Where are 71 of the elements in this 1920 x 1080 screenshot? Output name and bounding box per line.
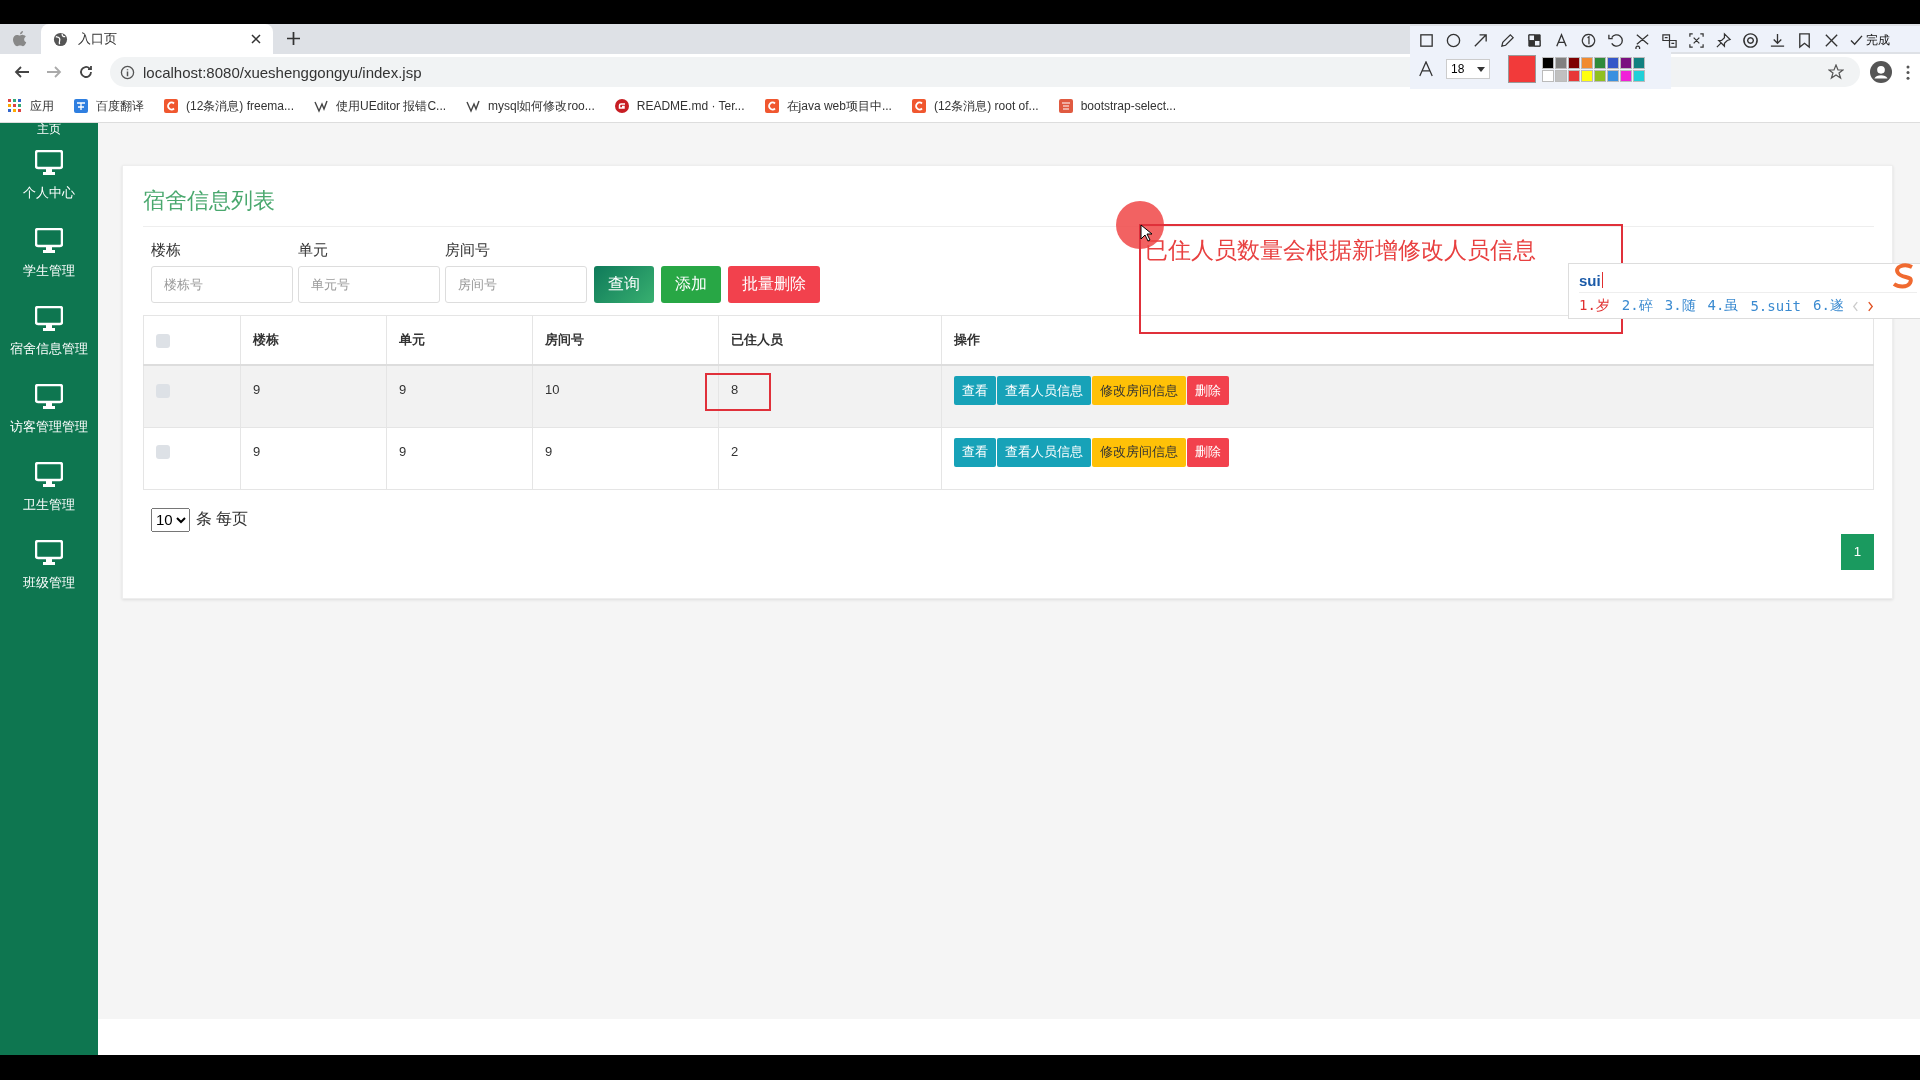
browser-tab[interactable]: 入口页	[41, 24, 273, 54]
bookmark-label: bootstrap-select...	[1080, 99, 1176, 113]
row-action-button[interactable]: 修改房间信息	[1092, 376, 1186, 405]
table-cell: 10	[545, 382, 560, 397]
url-text: localhost:8080/xueshenggongyu/index.jsp	[143, 63, 422, 81]
ime-candidate[interactable]: 3.随	[1664, 297, 1696, 315]
bookmark[interactable]: 应用	[8, 97, 54, 115]
table-cell: 9	[545, 443, 553, 459]
column-header: 单元	[399, 332, 425, 347]
done-button[interactable]: 完成	[1850, 32, 1890, 49]
bookmark[interactable]: (12条消息) freema...	[164, 97, 295, 115]
ime-candidate[interactable]: 2.碎	[1621, 297, 1653, 315]
tab-title: 入口页	[78, 30, 118, 48]
annotation-text: 已住人员数量会根据新增修改人员信息	[1145, 237, 1536, 263]
sidebar-item[interactable]: 宿舍信息管理	[0, 293, 98, 371]
field-label: 单元	[298, 241, 329, 260]
row-action-button[interactable]: 删除	[1187, 437, 1229, 467]
field-label: 房间号	[445, 241, 491, 260]
sidebar-item[interactable]: 学生管理	[0, 215, 98, 293]
bookmark-label: 应用	[30, 97, 54, 115]
bookmark-label: README.md · Ter...	[636, 99, 745, 113]
per-page-label: 条 每页	[196, 509, 249, 529]
row-action-button[interactable]: 查看	[954, 376, 996, 405]
bookmark-label: 在java web项目中...	[786, 97, 892, 115]
page-size-select[interactable]: 10	[151, 507, 190, 532]
ime-candidate[interactable]: 6.遂	[1813, 297, 1844, 315]
sidebar-item[interactable]: 访客管理管理	[0, 371, 98, 449]
table-cell: 9	[399, 443, 407, 459]
sidebar-item[interactable]: 卫生管理	[0, 449, 98, 527]
bookmark-label: 百度翻译	[96, 97, 144, 115]
font-size-dropdown[interactable]: 18	[1446, 59, 1490, 79]
row-action-button[interactable]: 查看人员信息	[997, 437, 1091, 467]
column-header: 楼栋	[253, 332, 279, 347]
bookmark[interactable]: mysql如何修改roo...	[466, 97, 595, 115]
ime-composition-text: sui	[1579, 271, 1601, 289]
bookmark-label: (12条消息) root of...	[933, 97, 1039, 115]
row-action-button[interactable]: 查看人员信息	[997, 376, 1091, 405]
bookmark[interactable]: 百度翻译	[74, 97, 144, 115]
column-header: 已住人员	[731, 332, 783, 347]
bookmark-label: (12条消息) freema...	[186, 97, 295, 115]
bookmark[interactable]: (12条消息) root of...	[911, 97, 1039, 115]
bookmark-label: 使用UEditor 报错C...	[336, 97, 447, 115]
input-field[interactable]: 单元号	[298, 266, 440, 303]
ime-candidate[interactable]: 1.岁	[1579, 297, 1610, 315]
table-cell: 8	[731, 382, 739, 397]
table-cell: 9	[253, 382, 261, 397]
field-label: 楼栋	[151, 241, 182, 260]
row-action-button[interactable]: 查看	[954, 437, 996, 467]
sidebar-item[interactable]: 班级管理	[0, 527, 98, 605]
row-action-button[interactable]: 删除	[1187, 376, 1229, 405]
input-field[interactable]: 房间号	[445, 266, 587, 303]
ime-candidate[interactable]: 4.虽	[1707, 297, 1739, 315]
bookmark-label: mysql如何修改roo...	[488, 97, 595, 115]
bookmark[interactable]: bootstrap-select...	[1058, 99, 1176, 113]
bookmark[interactable]: README.md · Ter...	[614, 99, 745, 113]
bookmark[interactable]: 使用UEditor 报错C...	[314, 97, 447, 115]
action-button[interactable]: 添加	[661, 266, 721, 303]
table-cell: 9	[399, 382, 407, 397]
column-header: 操作	[954, 332, 980, 347]
sidebar-item[interactable]: 个人中心	[0, 137, 98, 215]
table-cell: 2	[731, 443, 739, 459]
ime-candidate[interactable]: 5.suit	[1750, 298, 1801, 314]
bookmark[interactable]: 在java web项目中...	[764, 97, 892, 115]
row-action-button[interactable]: 修改房间信息	[1092, 437, 1186, 467]
action-button[interactable]: 批量删除	[728, 266, 820, 303]
table-cell: 9	[253, 443, 261, 459]
input-field[interactable]: 楼栋号	[151, 266, 293, 303]
page-button[interactable]: 1	[1841, 533, 1874, 570]
sidebar-item[interactable]: 主页	[0, 123, 98, 137]
column-header: 房间号	[545, 332, 584, 347]
action-button[interactable]: 查询	[594, 266, 654, 303]
